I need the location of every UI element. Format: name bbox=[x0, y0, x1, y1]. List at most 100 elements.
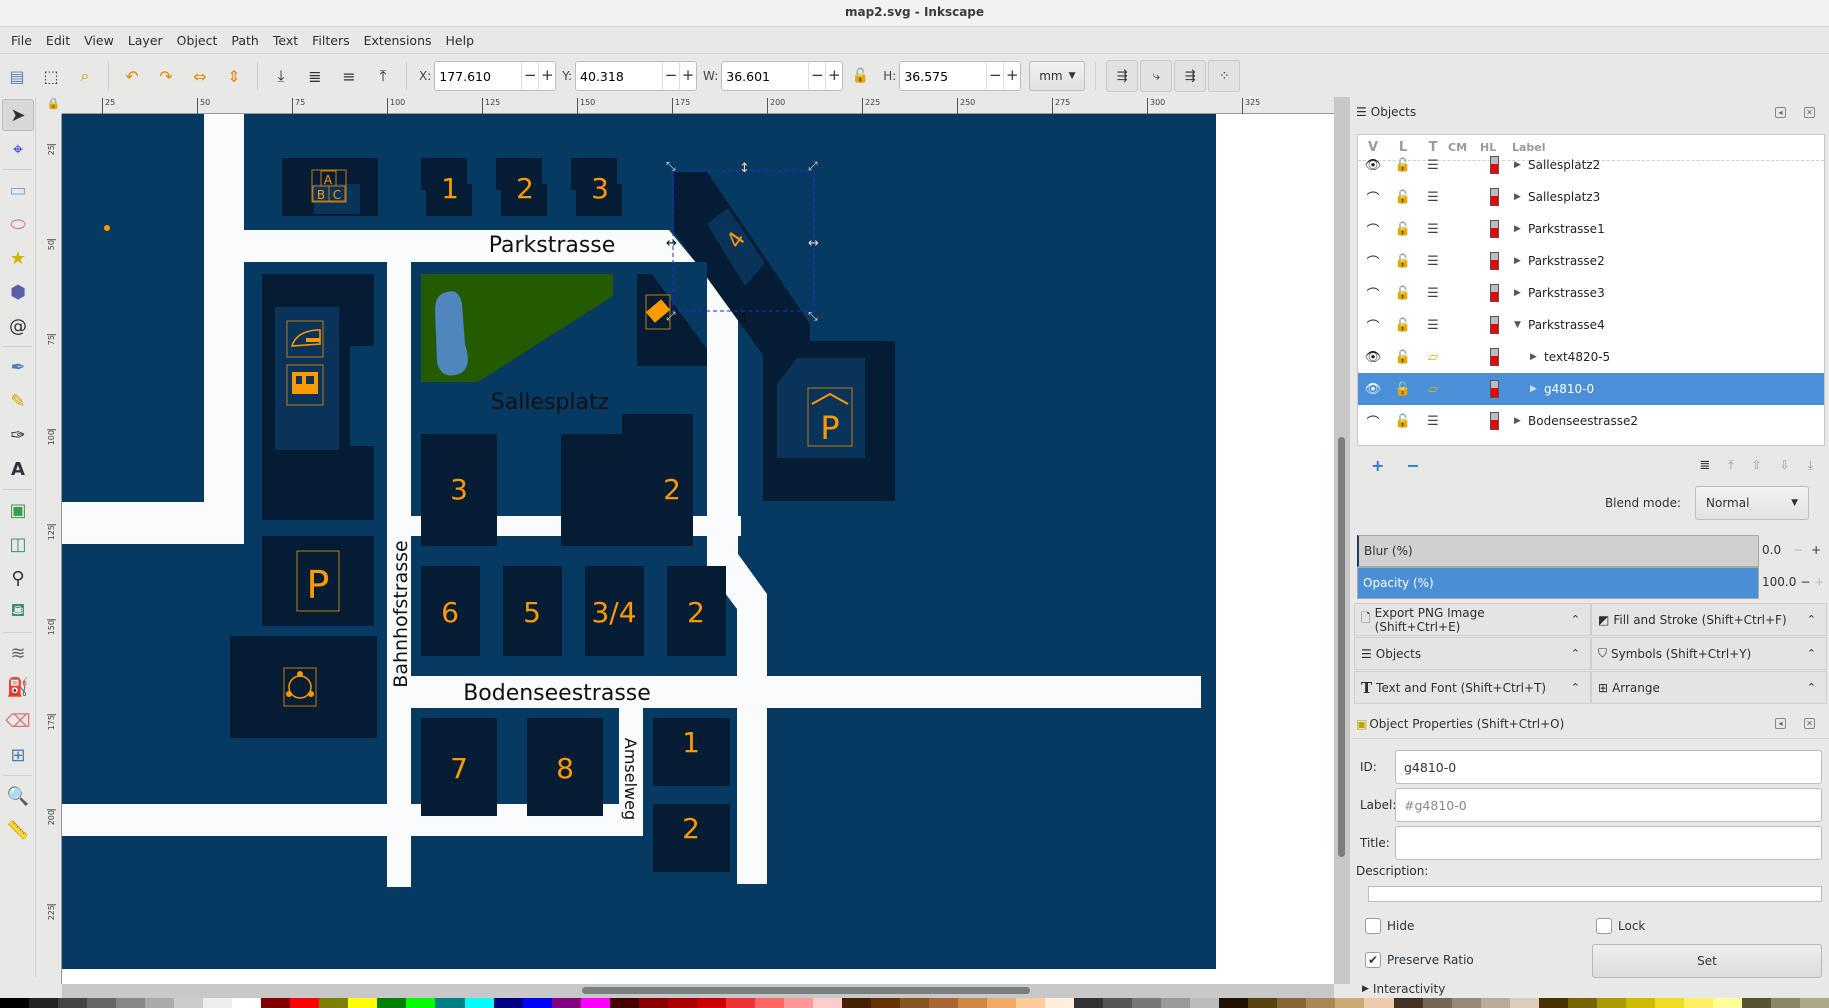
mesh-tool-icon[interactable]: ◫ bbox=[2, 528, 34, 560]
palette-swatch[interactable] bbox=[145, 998, 175, 1008]
scale-handle-se[interactable]: ⤡ bbox=[808, 309, 818, 323]
palette-swatch[interactable] bbox=[1712, 998, 1742, 1008]
unlocked-icon[interactable]: 🔓 bbox=[1388, 286, 1418, 301]
palette-swatch[interactable] bbox=[1799, 998, 1829, 1008]
palette-swatch[interactable] bbox=[203, 998, 233, 1008]
eye-closed-icon[interactable]: ⌒ bbox=[1358, 252, 1388, 271]
rectangle-tool-icon[interactable]: ▭ bbox=[2, 174, 34, 206]
palette-swatch[interactable] bbox=[1393, 998, 1423, 1008]
palette-swatch[interactable] bbox=[580, 998, 610, 1008]
description-input[interactable] bbox=[1368, 886, 1822, 902]
zoom-tool-icon[interactable]: 🔍 bbox=[2, 780, 34, 812]
palette-swatch[interactable] bbox=[667, 998, 697, 1008]
palette-swatch[interactable] bbox=[493, 998, 523, 1008]
lower-icon[interactable]: ≣ bbox=[300, 61, 330, 91]
lower-icon[interactable]: ⇩ bbox=[1780, 458, 1790, 472]
object-row[interactable]: ⌒ 🔓 ☰ ▶ Parkstrasse1 bbox=[1358, 213, 1824, 245]
palette-swatch[interactable] bbox=[551, 998, 581, 1008]
palette-swatch[interactable] bbox=[1625, 998, 1655, 1008]
palette-swatch[interactable] bbox=[1248, 998, 1278, 1008]
scale-corners-icon[interactable]: ⤷ bbox=[1140, 60, 1173, 92]
palette-swatch[interactable] bbox=[348, 998, 378, 1008]
col-clipmask[interactable]: CM bbox=[1448, 141, 1480, 154]
close-icon[interactable]: ✕ bbox=[1804, 106, 1815, 118]
scale-handle-s[interactable]: ↕ bbox=[739, 311, 750, 326]
object-row[interactable]: ⌒ 🔓 ☰ ▼ Parkstrasse4 bbox=[1358, 309, 1824, 341]
dock-text-font[interactable]: T Text and Font (Shift+Ctrl+T) ⌃ bbox=[1354, 671, 1591, 704]
rotate-cw-icon[interactable]: ↷ bbox=[151, 61, 181, 91]
text-tool-icon[interactable]: A bbox=[2, 453, 34, 485]
w-increment-button[interactable]: + bbox=[825, 62, 842, 90]
eye-closed-icon[interactable]: ⌒ bbox=[1358, 284, 1388, 303]
palette-swatch[interactable] bbox=[812, 998, 842, 1008]
y-increment-button[interactable]: + bbox=[679, 62, 696, 90]
x-decrement-button[interactable]: − bbox=[521, 62, 538, 90]
palette-swatch[interactable] bbox=[899, 998, 929, 1008]
object-row[interactable]: ⌒ 🔓 ☰ ▶ Parkstrasse2 bbox=[1358, 245, 1824, 277]
scale-handle-n[interactable]: ↕ bbox=[739, 161, 750, 176]
y-input[interactable] bbox=[576, 63, 663, 89]
triangle-right-icon[interactable]: ▶ bbox=[1514, 256, 1528, 266]
palette-swatch[interactable] bbox=[406, 998, 436, 1008]
group-type-icon[interactable]: ☰ bbox=[1418, 318, 1448, 333]
group-type-icon[interactable]: ☰ bbox=[1418, 158, 1448, 173]
opacity-value[interactable]: 100.0 bbox=[1762, 575, 1796, 589]
palette-swatch[interactable] bbox=[783, 998, 813, 1008]
blur-value[interactable]: 0.0 bbox=[1762, 543, 1781, 557]
palette-swatch[interactable] bbox=[638, 998, 668, 1008]
horizontal-scrollbar[interactable] bbox=[62, 984, 1334, 998]
eye-open-icon[interactable]: 👁 bbox=[1358, 350, 1388, 365]
palette-swatch[interactable] bbox=[870, 998, 900, 1008]
menu-text[interactable]: Text bbox=[266, 33, 305, 48]
unlocked-icon[interactable]: 🔓 bbox=[1388, 414, 1418, 429]
highlight-color-swatch[interactable] bbox=[1480, 252, 1508, 270]
palette-swatch[interactable] bbox=[0, 998, 30, 1008]
highlight-color-swatch[interactable] bbox=[1480, 156, 1508, 174]
palette-swatch[interactable] bbox=[1451, 998, 1481, 1008]
palette-swatch[interactable] bbox=[232, 998, 262, 1008]
palette-swatch[interactable] bbox=[29, 998, 59, 1008]
group-type-icon[interactable]: ☰ bbox=[1418, 190, 1448, 205]
x-increment-button[interactable]: + bbox=[538, 62, 555, 90]
3d-box-tool-icon[interactable]: ⬢ bbox=[2, 276, 34, 308]
palette-swatch[interactable] bbox=[1219, 998, 1249, 1008]
palette-swatch[interactable] bbox=[1074, 998, 1104, 1008]
set-button[interactable]: Set bbox=[1592, 944, 1822, 978]
scale-handle-e[interactable]: ↔ bbox=[808, 236, 819, 251]
palette-swatch[interactable] bbox=[1422, 998, 1452, 1008]
y-decrement-button[interactable]: − bbox=[662, 62, 679, 90]
select-all-layers-icon[interactable]: ⬚ bbox=[36, 61, 66, 91]
palette-swatch[interactable] bbox=[1654, 998, 1684, 1008]
palette-swatch[interactable] bbox=[841, 998, 871, 1008]
palette-swatch[interactable] bbox=[609, 998, 639, 1008]
add-layer-icon[interactable]: + bbox=[1371, 456, 1384, 475]
highlight-color-swatch[interactable] bbox=[1480, 188, 1508, 206]
vertical-ruler[interactable]: 25 50 75 100 125 150 175 200 225 bbox=[45, 114, 62, 984]
h-decrement-button[interactable]: − bbox=[986, 62, 1003, 90]
dock-symbols[interactable]: ⛉ Symbols (Shift+Ctrl+Y) ⌃ bbox=[1591, 637, 1827, 670]
palette-swatch[interactable] bbox=[174, 998, 204, 1008]
triangle-right-icon[interactable]: ▶ bbox=[1514, 224, 1528, 234]
pencil-tool-icon[interactable]: ✎ bbox=[2, 385, 34, 417]
palette-swatch[interactable] bbox=[522, 998, 552, 1008]
triangle-right-icon[interactable]: ▶ bbox=[1530, 352, 1544, 362]
eye-open-icon[interactable]: 👁 bbox=[1358, 158, 1388, 173]
eye-closed-icon[interactable]: ⌒ bbox=[1358, 316, 1388, 335]
unlocked-icon[interactable]: 🔓 bbox=[1388, 222, 1418, 237]
x-input[interactable] bbox=[435, 63, 522, 89]
palette-swatch[interactable] bbox=[261, 998, 291, 1008]
group-type-icon[interactable]: ☰ bbox=[1418, 222, 1448, 237]
object-row[interactable]: 👁 🔓 ▱ ▶ g4810-0 bbox=[1358, 373, 1824, 405]
highlight-color-swatch[interactable] bbox=[1480, 284, 1508, 302]
palette-swatch[interactable] bbox=[1538, 998, 1568, 1008]
blur-decrement-button[interactable]: − bbox=[1793, 543, 1803, 557]
palette-swatch[interactable] bbox=[696, 998, 726, 1008]
group-type-icon[interactable]: ☰ bbox=[1418, 414, 1448, 429]
w-decrement-button[interactable]: − bbox=[808, 62, 825, 90]
palette-swatch[interactable] bbox=[1045, 998, 1075, 1008]
selector-tool-icon[interactable]: ➤ bbox=[2, 99, 34, 131]
h-increment-button[interactable]: + bbox=[1003, 62, 1020, 90]
palette-swatch[interactable] bbox=[377, 998, 407, 1008]
menu-object[interactable]: Object bbox=[170, 33, 225, 48]
palette-swatch[interactable] bbox=[464, 998, 494, 1008]
